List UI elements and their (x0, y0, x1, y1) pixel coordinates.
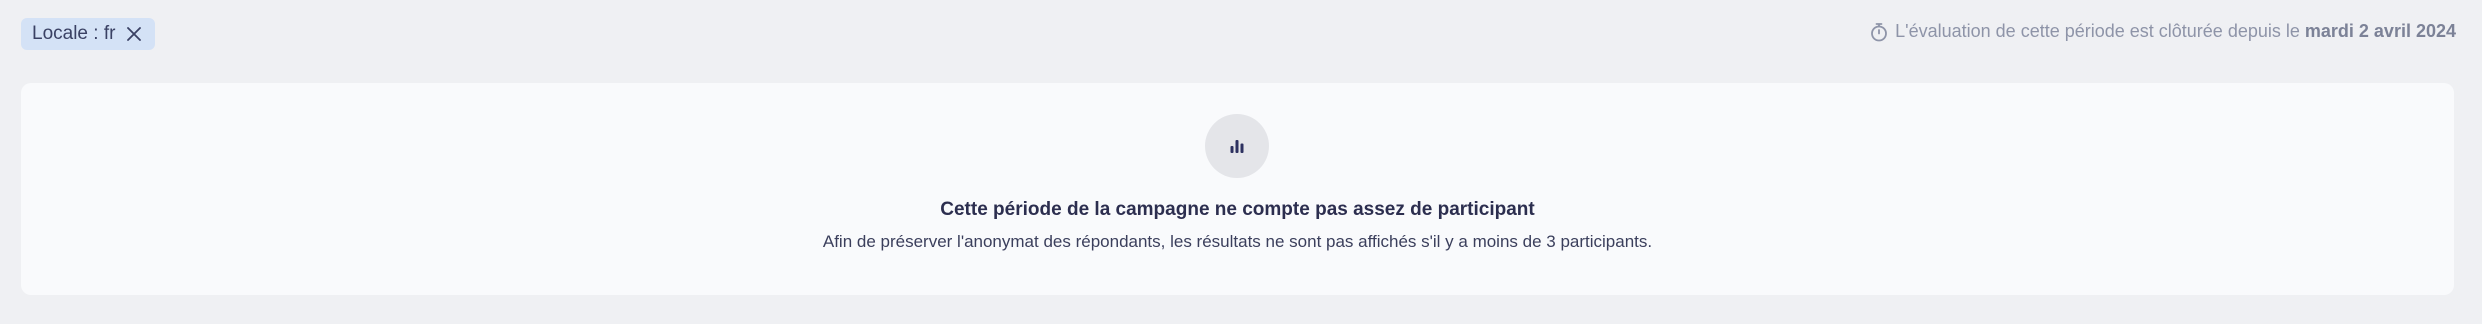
filter-chip-label: Locale : fr (32, 23, 116, 44)
empty-state-description: Afin de préserver l'anonymat des réponda… (822, 232, 1653, 251)
closed-notice: L'évaluation de cette période est clôtur… (1869, 21, 2456, 42)
filter-chip-locale[interactable]: Locale : fr (21, 18, 156, 50)
closed-notice-date: mardi 2 avril 2024 (2304, 21, 2456, 41)
closed-notice-label: L'évaluation de cette période est clôtur… (1895, 21, 2300, 41)
empty-state-title: Cette période de la campagne ne compte p… (940, 199, 1535, 220)
results-card: Cette période de la campagne ne compte p… (21, 83, 2454, 295)
bar-chart-icon (1205, 114, 1269, 178)
close-icon[interactable] (125, 25, 143, 43)
closed-notice-text: L'évaluation de cette période est clôtur… (1895, 21, 2456, 42)
stopwatch-icon (1869, 22, 1889, 42)
